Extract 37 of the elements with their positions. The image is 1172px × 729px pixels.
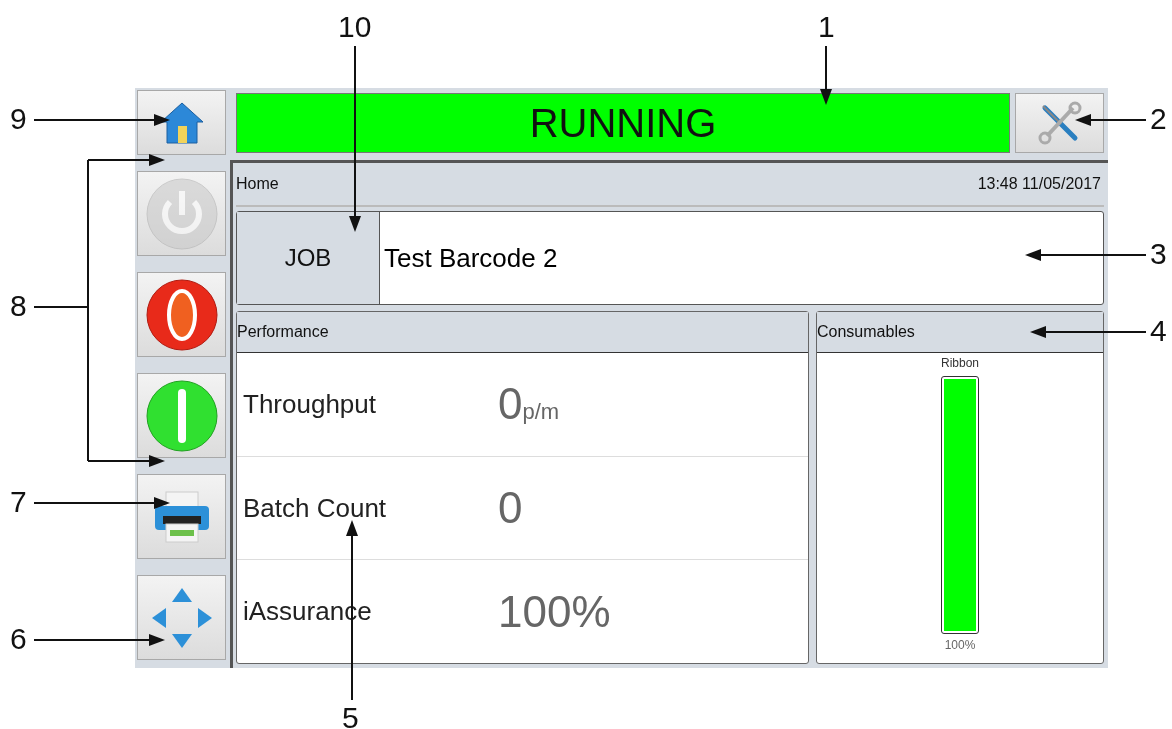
consumable-name: Ribbon	[941, 356, 979, 370]
callout-number: 1	[818, 12, 835, 42]
job-name: Test Barcode 2	[384, 242, 558, 274]
tools-icon	[1036, 100, 1083, 146]
callout-number: 7	[10, 487, 27, 517]
breadcrumb: Home	[236, 175, 279, 193]
stop-button[interactable]	[137, 272, 226, 357]
navigate-button[interactable]	[137, 575, 226, 660]
leader-line	[1075, 114, 1147, 126]
callout-number: 5	[342, 703, 359, 729]
callout-number: 10	[338, 12, 372, 42]
callout-number: 3	[1150, 239, 1167, 269]
power-icon	[144, 176, 219, 251]
callout-number: 9	[10, 104, 27, 134]
stop-icon	[144, 277, 219, 352]
print-button[interactable]	[137, 474, 226, 559]
start-button[interactable]	[137, 373, 226, 458]
job-button[interactable]: JOB	[237, 212, 380, 304]
callout-number: 4	[1150, 316, 1167, 346]
panel-title: Consumables	[817, 312, 1103, 353]
callout-number: 8	[10, 291, 27, 321]
metric-value: 100%	[498, 586, 611, 636]
start-icon	[144, 378, 219, 453]
metric-label: Batch Count	[242, 492, 388, 524]
date-time: 13:48 11/05/2017	[977, 175, 1101, 193]
metric-value: 0	[498, 483, 523, 532]
tools-button[interactable]	[1015, 93, 1104, 153]
level-reading: 100%	[944, 638, 976, 652]
status-bar: RUNNING	[236, 93, 1010, 153]
home-button[interactable]	[137, 90, 226, 155]
callout-number: 2	[1150, 104, 1167, 134]
callout-number: 6	[10, 624, 27, 654]
metric-value: 0	[498, 379, 523, 429]
leader-line	[820, 45, 832, 105]
metric-label: Throughput	[242, 388, 377, 420]
panel-title: Performance	[237, 312, 808, 353]
metric-unit: p/m	[522, 399, 560, 425]
